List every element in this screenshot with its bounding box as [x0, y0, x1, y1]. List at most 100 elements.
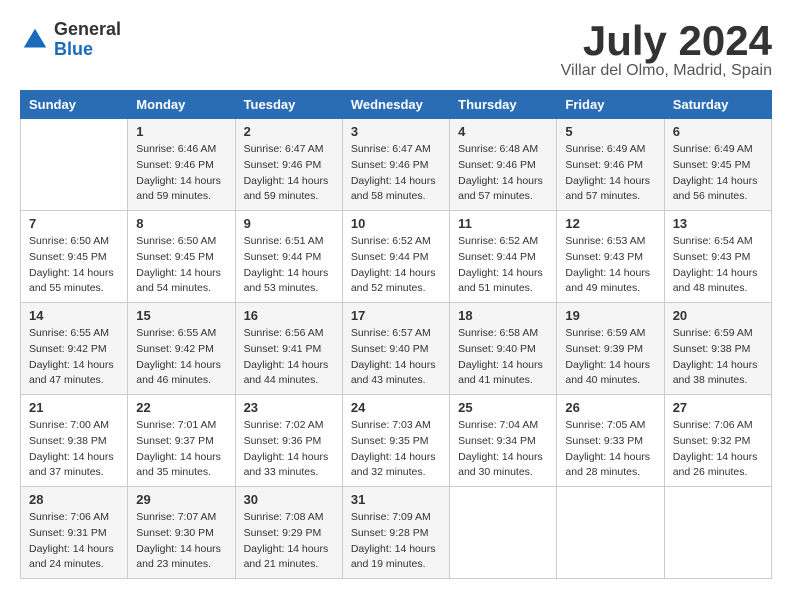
- day-of-week-header: Monday: [128, 91, 235, 119]
- calendar-cell: [21, 119, 128, 211]
- day-info: Sunrise: 6:52 AMSunset: 9:44 PMDaylight:…: [351, 234, 441, 297]
- logo-text: General Blue: [54, 20, 121, 60]
- day-info: Sunrise: 7:07 AMSunset: 9:30 PMDaylight:…: [136, 510, 226, 573]
- day-info: Sunrise: 7:03 AMSunset: 9:35 PMDaylight:…: [351, 418, 441, 481]
- day-number: 20: [673, 308, 763, 323]
- calendar-cell: 24 Sunrise: 7:03 AMSunset: 9:35 PMDayligh…: [342, 395, 449, 487]
- day-number: 11: [458, 216, 548, 231]
- calendar-cell: 26Sunrise: 7:05 AMSunset: 9:33 PMDayligh…: [557, 395, 664, 487]
- calendar-cell: 31 Sunrise: 7:09 AMSunset: 9:28 PMDayligh…: [342, 487, 449, 579]
- day-info: Sunrise: 7:01 AMSunset: 9:37 PMDaylight:…: [136, 418, 226, 481]
- calendar-cell: 17Sunrise: 6:57 AMSunset: 9:40 PMDayligh…: [342, 303, 449, 395]
- day-info: Sunrise: 7:02 AMSunset: 9:36 PMDaylight:…: [244, 418, 334, 481]
- day-info: Sunrise: 7:06 AMSunset: 9:32 PMDaylight:…: [673, 418, 763, 481]
- calendar-cell: 10 Sunrise: 6:52 AMSunset: 9:44 PMDayligh…: [342, 211, 449, 303]
- calendar-cell: 8 Sunrise: 6:50 AMSunset: 9:45 PMDaylight…: [128, 211, 235, 303]
- day-info: Sunrise: 6:49 AMSunset: 9:45 PMDaylight:…: [673, 142, 763, 205]
- day-info: Sunrise: 7:08 AMSunset: 9:29 PMDaylight:…: [244, 510, 334, 573]
- day-number: 23: [244, 400, 334, 415]
- day-number: 12: [565, 216, 655, 231]
- day-info: Sunrise: 7:06 AMSunset: 9:31 PMDaylight:…: [29, 510, 119, 573]
- day-number: 27: [673, 400, 763, 415]
- logo: General Blue: [20, 20, 121, 60]
- calendar-cell: 18 Sunrise: 6:58 AMSunset: 9:40 PMDayligh…: [450, 303, 557, 395]
- day-number: 6: [673, 124, 763, 139]
- logo-icon: [20, 25, 50, 55]
- day-number: 24: [351, 400, 441, 415]
- calendar-table: SundayMondayTuesdayWednesdayThursdayFrid…: [20, 90, 772, 579]
- day-number: 31: [351, 492, 441, 507]
- day-info: Sunrise: 6:59 AMSunset: 9:38 PMDaylight:…: [673, 326, 763, 389]
- day-info: Sunrise: 6:46 AMSunset: 9:46 PMDaylight:…: [136, 142, 226, 205]
- main-title: July 2024: [561, 20, 772, 62]
- day-number: 19: [565, 308, 655, 323]
- day-info: Sunrise: 6:54 AMSunset: 9:43 PMDaylight:…: [673, 234, 763, 297]
- day-info: Sunrise: 6:50 AMSunset: 9:45 PMDaylight:…: [136, 234, 226, 297]
- day-number: 15: [136, 308, 226, 323]
- day-number: 18: [458, 308, 548, 323]
- day-number: 9: [244, 216, 334, 231]
- calendar-week-row: 7 Sunrise: 6:50 AMSunset: 9:45 PMDaylight…: [21, 211, 772, 303]
- day-number: 7: [29, 216, 119, 231]
- logo-general: General: [54, 20, 121, 40]
- day-number: 13: [673, 216, 763, 231]
- day-number: 21: [29, 400, 119, 415]
- day-number: 5: [565, 124, 655, 139]
- calendar-cell: 23 Sunrise: 7:02 AMSunset: 9:36 PMDayligh…: [235, 395, 342, 487]
- calendar-cell: 21 Sunrise: 7:00 AMSunset: 9:38 PMDayligh…: [21, 395, 128, 487]
- day-info: Sunrise: 6:59 AMSunset: 9:39 PMDaylight:…: [565, 326, 655, 389]
- day-number: 22: [136, 400, 226, 415]
- day-number: 25: [458, 400, 548, 415]
- day-info: Sunrise: 6:50 AMSunset: 9:45 PMDaylight:…: [29, 234, 119, 297]
- day-of-week-header: Friday: [557, 91, 664, 119]
- day-number: 28: [29, 492, 119, 507]
- calendar-cell: 12 Sunrise: 6:53 AMSunset: 9:43 PMDayligh…: [557, 211, 664, 303]
- day-number: 3: [351, 124, 441, 139]
- day-number: 29: [136, 492, 226, 507]
- page-header: General Blue July 2024 Villar del Olmo, …: [20, 20, 772, 80]
- days-of-week-row: SundayMondayTuesdayWednesdayThursdayFrid…: [21, 91, 772, 119]
- day-info: Sunrise: 6:58 AMSunset: 9:40 PMDaylight:…: [458, 326, 548, 389]
- day-info: Sunrise: 6:52 AMSunset: 9:44 PMDaylight:…: [458, 234, 548, 297]
- calendar-cell: 20 Sunrise: 6:59 AMSunset: 9:38 PMDayligh…: [664, 303, 771, 395]
- calendar-cell: 5 Sunrise: 6:49 AMSunset: 9:46 PMDaylight…: [557, 119, 664, 211]
- calendar-cell: 2Sunrise: 6:47 AMSunset: 9:46 PMDaylight…: [235, 119, 342, 211]
- day-info: Sunrise: 7:00 AMSunset: 9:38 PMDaylight:…: [29, 418, 119, 481]
- day-number: 4: [458, 124, 548, 139]
- day-number: 8: [136, 216, 226, 231]
- calendar-week-row: 21 Sunrise: 7:00 AMSunset: 9:38 PMDayligh…: [21, 395, 772, 487]
- calendar-cell: 28 Sunrise: 7:06 AMSunset: 9:31 PMDayligh…: [21, 487, 128, 579]
- day-info: Sunrise: 6:47 AMSunset: 9:46 PMDaylight:…: [244, 142, 334, 205]
- day-of-week-header: Thursday: [450, 91, 557, 119]
- day-number: 16: [244, 308, 334, 323]
- day-info: Sunrise: 7:05 AMSunset: 9:33 PMDaylight:…: [565, 418, 655, 481]
- calendar-week-row: 14 Sunrise: 6:55 AMSunset: 9:42 PMDayligh…: [21, 303, 772, 395]
- calendar-cell: 9Sunrise: 6:51 AMSunset: 9:44 PMDaylight…: [235, 211, 342, 303]
- logo-blue: Blue: [54, 40, 121, 60]
- calendar-week-row: 28 Sunrise: 7:06 AMSunset: 9:31 PMDayligh…: [21, 487, 772, 579]
- day-info: Sunrise: 7:09 AMSunset: 9:28 PMDaylight:…: [351, 510, 441, 573]
- calendar-cell: 14 Sunrise: 6:55 AMSunset: 9:42 PMDayligh…: [21, 303, 128, 395]
- calendar-body: 1 Sunrise: 6:46 AMSunset: 9:46 PMDaylight…: [21, 119, 772, 579]
- title-area: July 2024 Villar del Olmo, Madrid, Spain: [561, 20, 772, 80]
- day-number: 10: [351, 216, 441, 231]
- subtitle: Villar del Olmo, Madrid, Spain: [561, 62, 772, 80]
- calendar-cell: 7 Sunrise: 6:50 AMSunset: 9:45 PMDaylight…: [21, 211, 128, 303]
- day-info: Sunrise: 6:56 AMSunset: 9:41 PMDaylight:…: [244, 326, 334, 389]
- day-info: Sunrise: 6:53 AMSunset: 9:43 PMDaylight:…: [565, 234, 655, 297]
- day-number: 1: [136, 124, 226, 139]
- calendar-cell: [450, 487, 557, 579]
- day-of-week-header: Sunday: [21, 91, 128, 119]
- day-info: Sunrise: 6:49 AMSunset: 9:46 PMDaylight:…: [565, 142, 655, 205]
- day-number: 14: [29, 308, 119, 323]
- calendar-cell: 13 Sunrise: 6:54 AMSunset: 9:43 PMDayligh…: [664, 211, 771, 303]
- calendar-cell: 4Sunrise: 6:48 AMSunset: 9:46 PMDaylight…: [450, 119, 557, 211]
- calendar-cell: 25Sunrise: 7:04 AMSunset: 9:34 PMDayligh…: [450, 395, 557, 487]
- calendar-cell: [557, 487, 664, 579]
- calendar-cell: 27 Sunrise: 7:06 AMSunset: 9:32 PMDayligh…: [664, 395, 771, 487]
- calendar-cell: 16 Sunrise: 6:56 AMSunset: 9:41 PMDayligh…: [235, 303, 342, 395]
- calendar-cell: 29 Sunrise: 7:07 AMSunset: 9:30 PMDayligh…: [128, 487, 235, 579]
- day-info: Sunrise: 6:55 AMSunset: 9:42 PMDaylight:…: [29, 326, 119, 389]
- calendar-cell: 22 Sunrise: 7:01 AMSunset: 9:37 PMDayligh…: [128, 395, 235, 487]
- calendar-cell: 1 Sunrise: 6:46 AMSunset: 9:46 PMDaylight…: [128, 119, 235, 211]
